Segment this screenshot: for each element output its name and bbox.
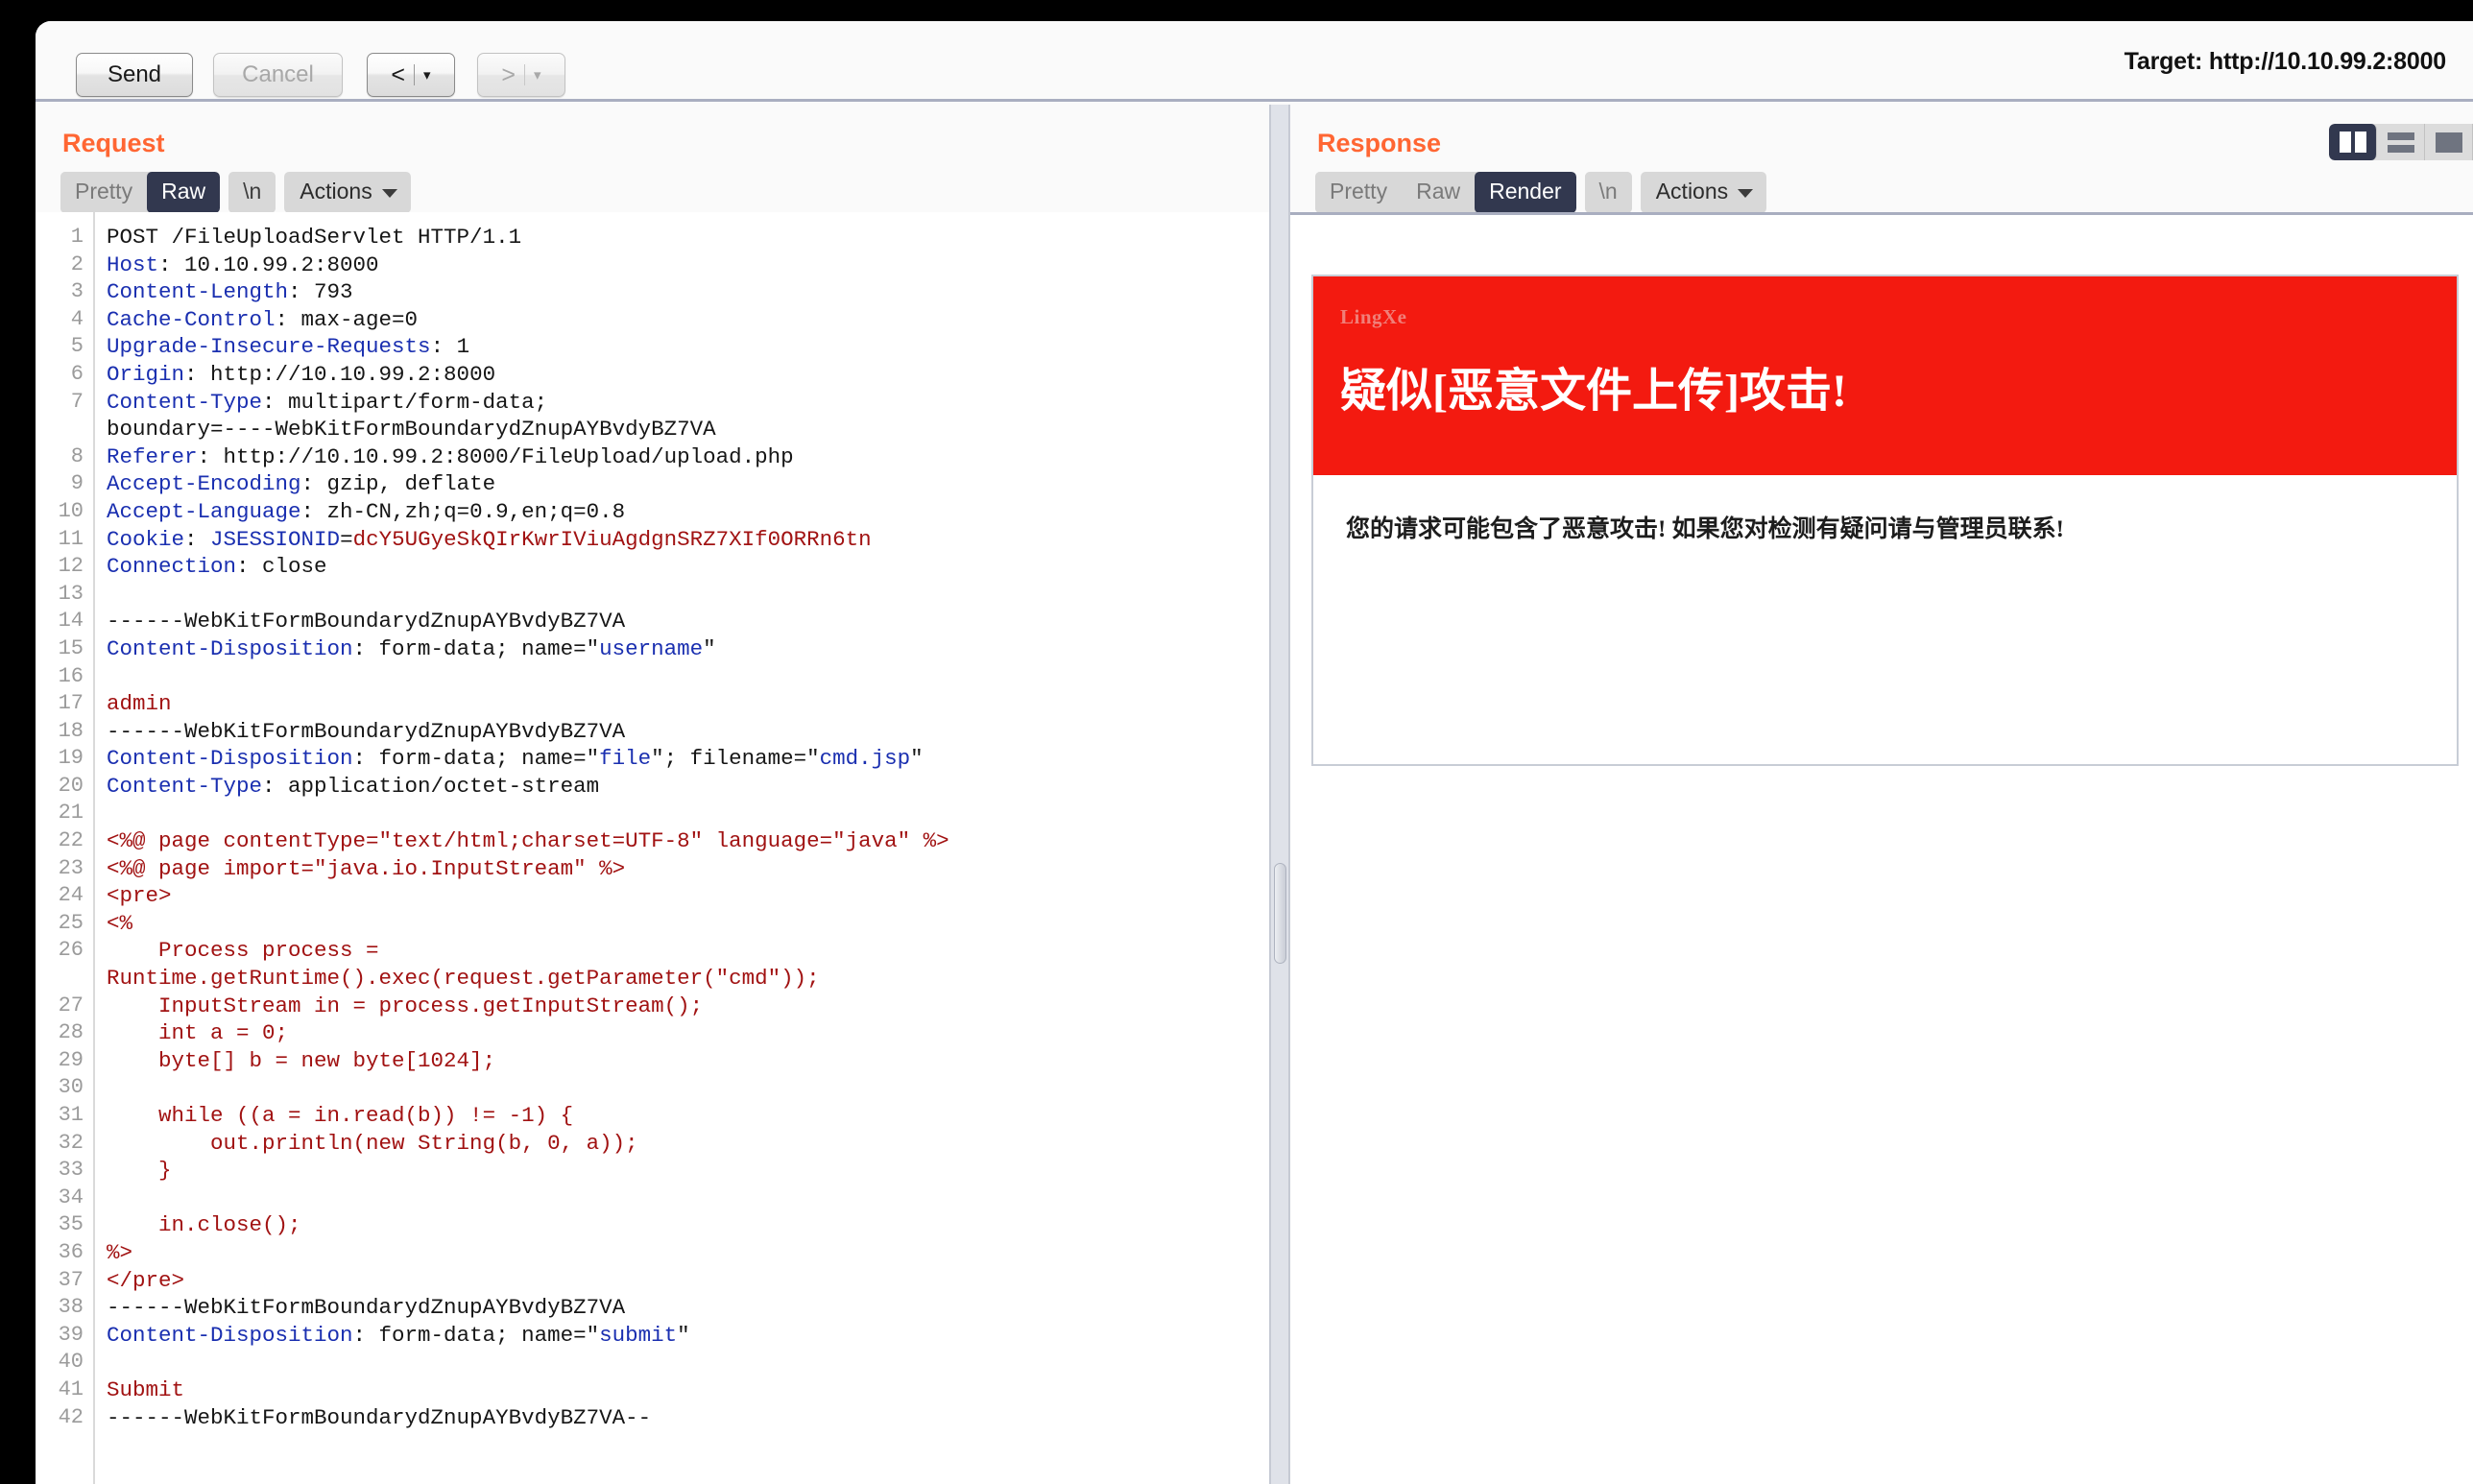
line-number: 30: [36, 1074, 93, 1102]
line-number: 17: [36, 690, 93, 718]
main-split: Request Pretty Raw \n Actions 1234567891…: [36, 105, 2473, 1484]
send-button-label: Send: [108, 61, 161, 88]
line-number: 23: [36, 855, 93, 883]
toolbar: Send Cancel < ▾ > ▾ Target: http://10.10…: [36, 21, 2473, 102]
request-panel: Request Pretty Raw \n Actions 1234567891…: [36, 105, 1269, 1484]
line-number: 10: [36, 498, 93, 526]
line-number: 15: [36, 635, 93, 663]
burp-repeater-window: Send Cancel < ▾ > ▾ Target: http://10.10…: [36, 21, 2473, 1484]
line-number: 6: [36, 361, 93, 389]
line-number: 22: [36, 827, 93, 855]
line-number: 1: [36, 224, 93, 251]
tab-response-newline[interactable]: \n: [1585, 172, 1632, 212]
line-number: 20: [36, 773, 93, 801]
line-number: 28: [36, 1019, 93, 1047]
cancel-button-label: Cancel: [242, 61, 314, 88]
line-number: 2: [36, 251, 93, 279]
line-number: 38: [36, 1294, 93, 1322]
line-number: 42: [36, 1404, 93, 1432]
line-number: 19: [36, 745, 93, 773]
tab-response-render[interactable]: Render: [1475, 172, 1575, 212]
line-number: 40: [36, 1349, 93, 1376]
line-number: 12: [36, 553, 93, 581]
line-number: 36: [36, 1239, 93, 1267]
response-render-area: LingXe 疑似[恶意文件上传]攻击! 您的请求可能包含了恶意攻击! 如果您对…: [1290, 212, 2473, 1484]
tab-request-raw[interactable]: Raw: [147, 172, 220, 212]
tab-request-newline[interactable]: \n: [228, 172, 276, 212]
request-actions-button[interactable]: Actions: [284, 172, 410, 213]
line-number: 35: [36, 1211, 93, 1239]
response-newline-group: \n: [1585, 172, 1632, 212]
response-view-tabs: Pretty Raw Render: [1315, 172, 1576, 212]
request-raw-content[interactable]: POST /FileUploadServlet HTTP/1.1 Host: 1…: [95, 212, 1269, 1484]
cancel-button[interactable]: Cancel: [213, 53, 343, 97]
line-number: 25: [36, 910, 93, 938]
line-number: 18: [36, 718, 93, 746]
request-actions-label: Actions: [300, 179, 372, 204]
line-number: [36, 416, 93, 443]
line-number: 41: [36, 1376, 93, 1404]
line-number: 9: [36, 470, 93, 498]
request-editor[interactable]: 1234567891011121314151617181920212223242…: [36, 212, 1269, 1484]
chevron-down-icon: [1738, 189, 1753, 198]
line-number: 33: [36, 1157, 93, 1185]
response-panel-title: Response: [1290, 105, 2473, 158]
request-line-numbers: 1234567891011121314151617181920212223242…: [36, 212, 95, 1484]
tab-response-pretty[interactable]: Pretty: [1315, 172, 1402, 212]
rendered-page: LingXe 疑似[恶意文件上传]攻击! 您的请求可能包含了恶意攻击! 如果您对…: [1311, 275, 2459, 766]
split-vertical-icon[interactable]: [2329, 124, 2377, 160]
line-number: 7: [36, 389, 93, 417]
divider: [524, 64, 525, 85]
response-actions-label: Actions: [1656, 179, 1728, 204]
response-panel: Response Pretty Raw Render: [1290, 105, 2473, 1484]
line-number: 5: [36, 333, 93, 361]
split-horizontal-icon[interactable]: [2377, 124, 2425, 160]
chevron-left-icon: <: [391, 61, 405, 89]
request-view-tabs: Pretty Raw: [60, 172, 220, 212]
line-number: 3: [36, 278, 93, 306]
chevron-down-icon[interactable]: ▾: [534, 66, 541, 84]
line-number: 8: [36, 443, 93, 471]
line-number: 34: [36, 1185, 93, 1212]
response-tabbar: Pretty Raw Render \n Actions: [1290, 158, 2473, 213]
line-number: 11: [36, 526, 93, 554]
line-number: 24: [36, 882, 93, 910]
line-number: 37: [36, 1267, 93, 1295]
layout-toggle-group: [2329, 124, 2473, 160]
alert-title: 疑似[恶意文件上传]攻击!: [1340, 352, 2457, 419]
target-label: Target: http://10.10.99.2:8000: [2125, 21, 2446, 102]
line-number: 14: [36, 608, 93, 635]
request-newline-group: \n: [228, 172, 276, 212]
brand-logo: LingXe: [1340, 305, 2457, 329]
panel-splitter[interactable]: [1269, 105, 1290, 1484]
chevron-right-icon: >: [501, 61, 516, 89]
line-number: 21: [36, 800, 93, 827]
request-tabbar: Pretty Raw \n Actions: [36, 158, 1269, 213]
splitter-thumb[interactable]: [1274, 863, 1286, 964]
request-panel-title: Request: [36, 105, 1269, 158]
tab-request-pretty[interactable]: Pretty: [60, 172, 147, 212]
line-number: 26: [36, 937, 93, 965]
line-number: 29: [36, 1047, 93, 1075]
line-number: 32: [36, 1130, 93, 1158]
line-number: 39: [36, 1322, 93, 1350]
line-number: [36, 965, 93, 993]
line-number: 27: [36, 993, 93, 1020]
next-request-button[interactable]: > ▾: [477, 53, 565, 97]
alert-banner: LingXe 疑似[恶意文件上传]攻击!: [1313, 276, 2457, 475]
response-actions-button[interactable]: Actions: [1641, 172, 1766, 213]
single-pane-icon[interactable]: [2425, 124, 2473, 160]
tab-response-raw[interactable]: Raw: [1402, 172, 1475, 212]
alert-message: 您的请求可能包含了恶意攻击! 如果您对检测有疑问请与管理员联系!: [1313, 475, 2457, 544]
chevron-down-icon: [382, 189, 397, 198]
chevron-down-icon[interactable]: ▾: [423, 66, 431, 84]
send-button[interactable]: Send: [76, 53, 193, 97]
line-number: 16: [36, 663, 93, 691]
line-number: 4: [36, 306, 93, 334]
line-number: 31: [36, 1102, 93, 1130]
previous-request-button[interactable]: < ▾: [367, 53, 455, 97]
divider: [414, 64, 415, 85]
line-number: 13: [36, 581, 93, 609]
